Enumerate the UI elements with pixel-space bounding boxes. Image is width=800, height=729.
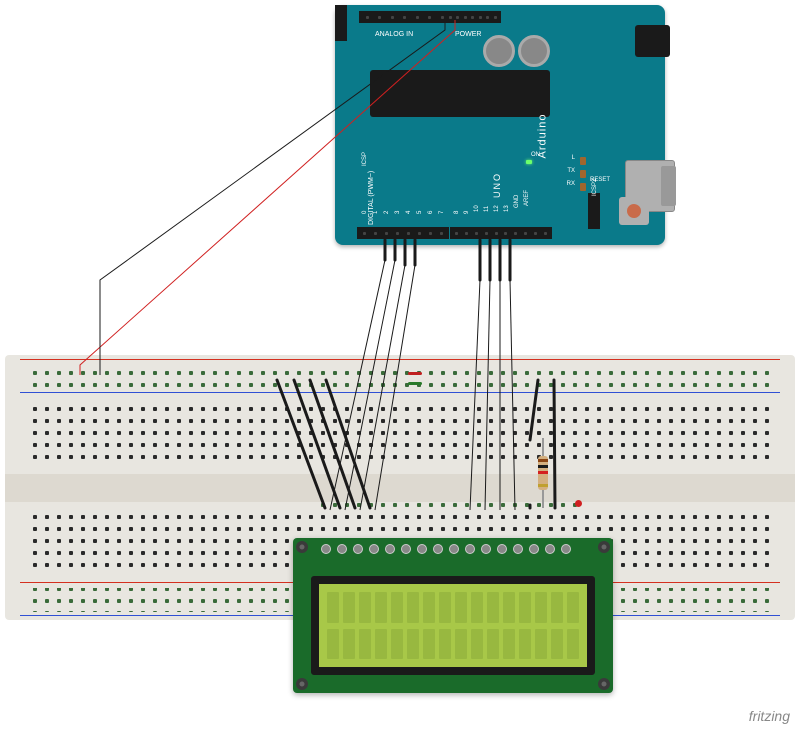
pin-label: 0 xyxy=(362,211,368,214)
screw-icon xyxy=(598,541,610,553)
arduino-uno-board: UNO Arduino DIGITAL (PWM~) ANALOG IN POW… xyxy=(335,5,665,245)
pin-label: AREF xyxy=(524,190,530,206)
resistor-220-ohm xyxy=(537,438,549,508)
pin-label: 1 xyxy=(373,211,379,214)
l-led xyxy=(580,157,586,165)
jumper-red xyxy=(408,372,422,375)
pin-label: 11 xyxy=(484,206,490,212)
power-label: POWER xyxy=(455,31,481,38)
capacitor xyxy=(518,35,550,67)
on-label: ON xyxy=(531,152,540,158)
lcd-pin-header xyxy=(321,544,571,554)
digital-header-1 xyxy=(357,227,449,239)
digital-header-2 xyxy=(450,227,552,239)
icsp2-header xyxy=(588,193,600,229)
attribution-text: fritzing xyxy=(749,708,790,724)
pin-label: 3 xyxy=(395,211,401,214)
icsp2-label: ICSP2 xyxy=(592,179,598,196)
power-header xyxy=(437,11,501,23)
analog-label: ANALOG IN xyxy=(375,31,413,38)
pin-label: 2 xyxy=(384,211,390,214)
pin-label: 9 xyxy=(464,211,470,214)
on-led-icon xyxy=(526,160,532,164)
pin-label: 4 xyxy=(406,211,412,214)
pin-label: 7 xyxy=(439,211,445,214)
lcd-16x2 xyxy=(293,538,613,693)
rx-label: RX xyxy=(567,181,575,187)
connection-dot xyxy=(575,500,582,507)
rx-led xyxy=(580,183,586,191)
pin-label: GND xyxy=(514,195,520,208)
screw-icon xyxy=(598,678,610,690)
tx-led xyxy=(580,170,586,178)
barrel-jack xyxy=(635,25,670,57)
reset-button[interactable] xyxy=(619,197,649,225)
icsp-header xyxy=(335,5,347,41)
icsp-label: ICSP xyxy=(362,152,368,166)
screw-icon xyxy=(296,678,308,690)
pin-label: 10 xyxy=(474,205,480,212)
atmega-chip xyxy=(370,70,550,117)
pin-label: 13 xyxy=(504,205,510,212)
pin-label: 6 xyxy=(428,211,434,214)
pin-label: 12 xyxy=(494,205,500,212)
pin-label: 8 xyxy=(454,211,460,214)
uno-logo-text: UNO xyxy=(492,172,502,198)
jumper-green xyxy=(408,382,422,385)
l-label: L xyxy=(572,155,575,161)
tx-label: TX xyxy=(567,168,575,174)
analog-header xyxy=(359,11,438,23)
capacitor xyxy=(483,35,515,67)
pin-label: 5 xyxy=(417,211,423,214)
screw-icon xyxy=(296,541,308,553)
digital-label: DIGITAL (PWM~) xyxy=(368,171,375,225)
lcd-screen xyxy=(311,576,595,675)
